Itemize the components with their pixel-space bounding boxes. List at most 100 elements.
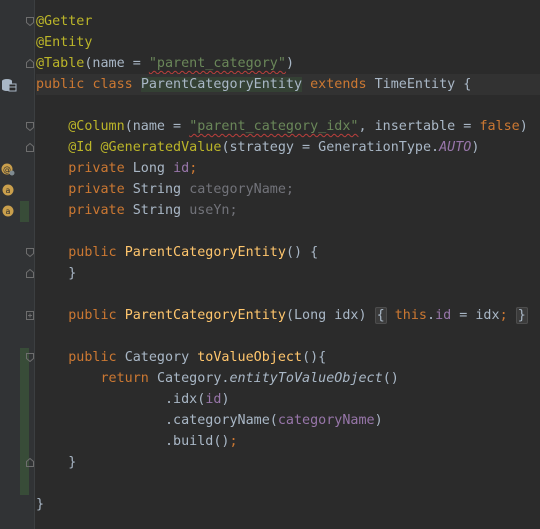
svg-text:a: a	[6, 207, 11, 216]
annotation-id: @Id	[68, 140, 93, 155]
method-call: .categoryName(	[165, 413, 278, 428]
string-literal: "parent_category_idx"	[189, 119, 359, 134]
field-name-unused: useYn;	[189, 203, 238, 218]
code-line[interactable]: public ParentCategoryEntity(Long idx) { …	[36, 305, 540, 326]
code-text: , insertable =	[358, 119, 480, 134]
code-line[interactable]: @Column(name = "parent_category_idx", in…	[36, 116, 540, 137]
type-name: String	[132, 182, 182, 197]
code-text: (name =	[84, 56, 149, 71]
constructor-name: ParentCategoryEntity	[124, 308, 286, 323]
fold-end-icon[interactable]	[26, 59, 34, 68]
constructor-name: ParentCategoryEntity	[124, 245, 286, 260]
keyword: false	[479, 119, 520, 134]
field-annotation-icon[interactable]: a	[1, 183, 15, 197]
semicolon: ;	[189, 161, 198, 176]
keyword: this	[394, 308, 427, 323]
code-line[interactable]: @Table(name = "parent_category")	[36, 53, 540, 74]
fold-start-icon[interactable]	[26, 353, 34, 362]
fold-start-icon[interactable]	[26, 17, 34, 26]
keyword: public	[68, 308, 117, 323]
code-line[interactable]: @Id @GeneratedValue(strategy = Generatio…	[36, 137, 540, 158]
class-name: ParentCategoryEntity	[140, 77, 303, 92]
method-name: toValueObject	[197, 350, 303, 365]
field-name-unused: categoryName;	[189, 182, 294, 197]
code-line[interactable]: }	[36, 452, 540, 473]
fold-expand-icon[interactable]	[26, 311, 34, 320]
annotation-generated-value: @GeneratedValue	[100, 140, 222, 155]
svg-text:a: a	[6, 186, 11, 195]
code-text: )	[471, 140, 480, 155]
type-name: Category	[124, 350, 190, 365]
code-line[interactable]: @Getter	[36, 11, 540, 32]
closing-brace: }	[68, 455, 77, 470]
annotation-getter: @Getter	[36, 14, 93, 29]
code-text: ()	[382, 371, 399, 386]
change-marker[interactable]	[20, 201, 29, 222]
enum-constant: AUTO	[439, 140, 472, 155]
code-text: )	[221, 392, 230, 407]
code-text: )	[285, 56, 294, 71]
code-line[interactable]: }	[36, 494, 540, 515]
code-line[interactable]: public ParentCategoryEntity() {	[36, 242, 540, 263]
code-line[interactable]: private String useYn;	[36, 200, 540, 221]
fold-end-icon[interactable]	[26, 458, 34, 467]
keyword: public	[68, 350, 117, 365]
method-call: .idx(	[165, 392, 206, 407]
code-line[interactable]: private Long id;	[36, 158, 540, 179]
code-line[interactable]: }	[36, 263, 540, 284]
fold-start-icon[interactable]	[26, 248, 34, 257]
folded-block-start[interactable]: {	[374, 307, 387, 324]
code-text: (strategy = GenerationType.	[221, 140, 440, 155]
method-call: .build()	[165, 434, 230, 449]
code-line[interactable]: .idx(id)	[36, 389, 540, 410]
fold-start-icon[interactable]	[26, 122, 34, 131]
field-name: id	[205, 392, 222, 407]
code-text: .	[427, 308, 436, 323]
closing-brace: }	[36, 497, 45, 512]
field-annotation-icon[interactable]: @	[1, 162, 15, 176]
semicolon: ;	[499, 308, 508, 323]
annotation-column: @Column	[68, 119, 125, 134]
keyword: class	[92, 77, 133, 92]
code-line[interactable]: .build();	[36, 431, 540, 452]
field-name: categoryName	[277, 413, 375, 428]
keyword: public	[68, 245, 117, 260]
code-text: TimeEntity {	[374, 77, 472, 92]
fold-end-icon[interactable]	[26, 269, 34, 278]
code-text: )	[374, 413, 383, 428]
code-line-current[interactable]: public class ParentCategoryEntity extend…	[36, 74, 540, 95]
code-text: = idx	[451, 308, 500, 323]
code-line[interactable]: public Category toValueObject(){	[36, 347, 540, 368]
code-line[interactable]: .categoryName(categoryName)	[36, 410, 540, 431]
string-literal: "parent_category"	[148, 56, 286, 71]
keyword: private	[68, 182, 125, 197]
annotation-table: @Table	[36, 56, 85, 71]
keyword: public	[36, 77, 85, 92]
code-text: (name =	[124, 119, 190, 134]
fold-end-icon[interactable]	[26, 143, 34, 152]
class-reference: Category.	[156, 371, 230, 386]
field-annotation-icon[interactable]: a	[1, 204, 15, 218]
folded-block-end[interactable]: }	[515, 307, 528, 324]
code-line[interactable]: @Entity	[36, 32, 540, 53]
change-marker[interactable]	[20, 348, 29, 495]
code-line[interactable]: return Category.entityToValueObject()	[36, 368, 540, 389]
field-name: id	[435, 308, 452, 323]
static-method: entityToValueObject	[229, 371, 383, 386]
field-name: id	[173, 161, 190, 176]
database-icon[interactable]	[1, 78, 17, 92]
code-text: (Long idx)	[285, 308, 367, 323]
code-text: () {	[285, 245, 319, 260]
keyword: private	[68, 203, 125, 218]
keyword: private	[68, 161, 125, 176]
code-text: (){	[302, 350, 327, 365]
gutter-divider	[34, 0, 35, 529]
closing-brace: }	[68, 266, 77, 281]
code-text: )	[519, 119, 528, 134]
type-name: String	[132, 203, 182, 218]
semicolon: ;	[229, 434, 238, 449]
keyword: extends	[310, 77, 367, 92]
annotation-entity: @Entity	[36, 35, 93, 50]
type-name: Long	[132, 161, 165, 176]
code-line[interactable]: private String categoryName;	[36, 179, 540, 200]
